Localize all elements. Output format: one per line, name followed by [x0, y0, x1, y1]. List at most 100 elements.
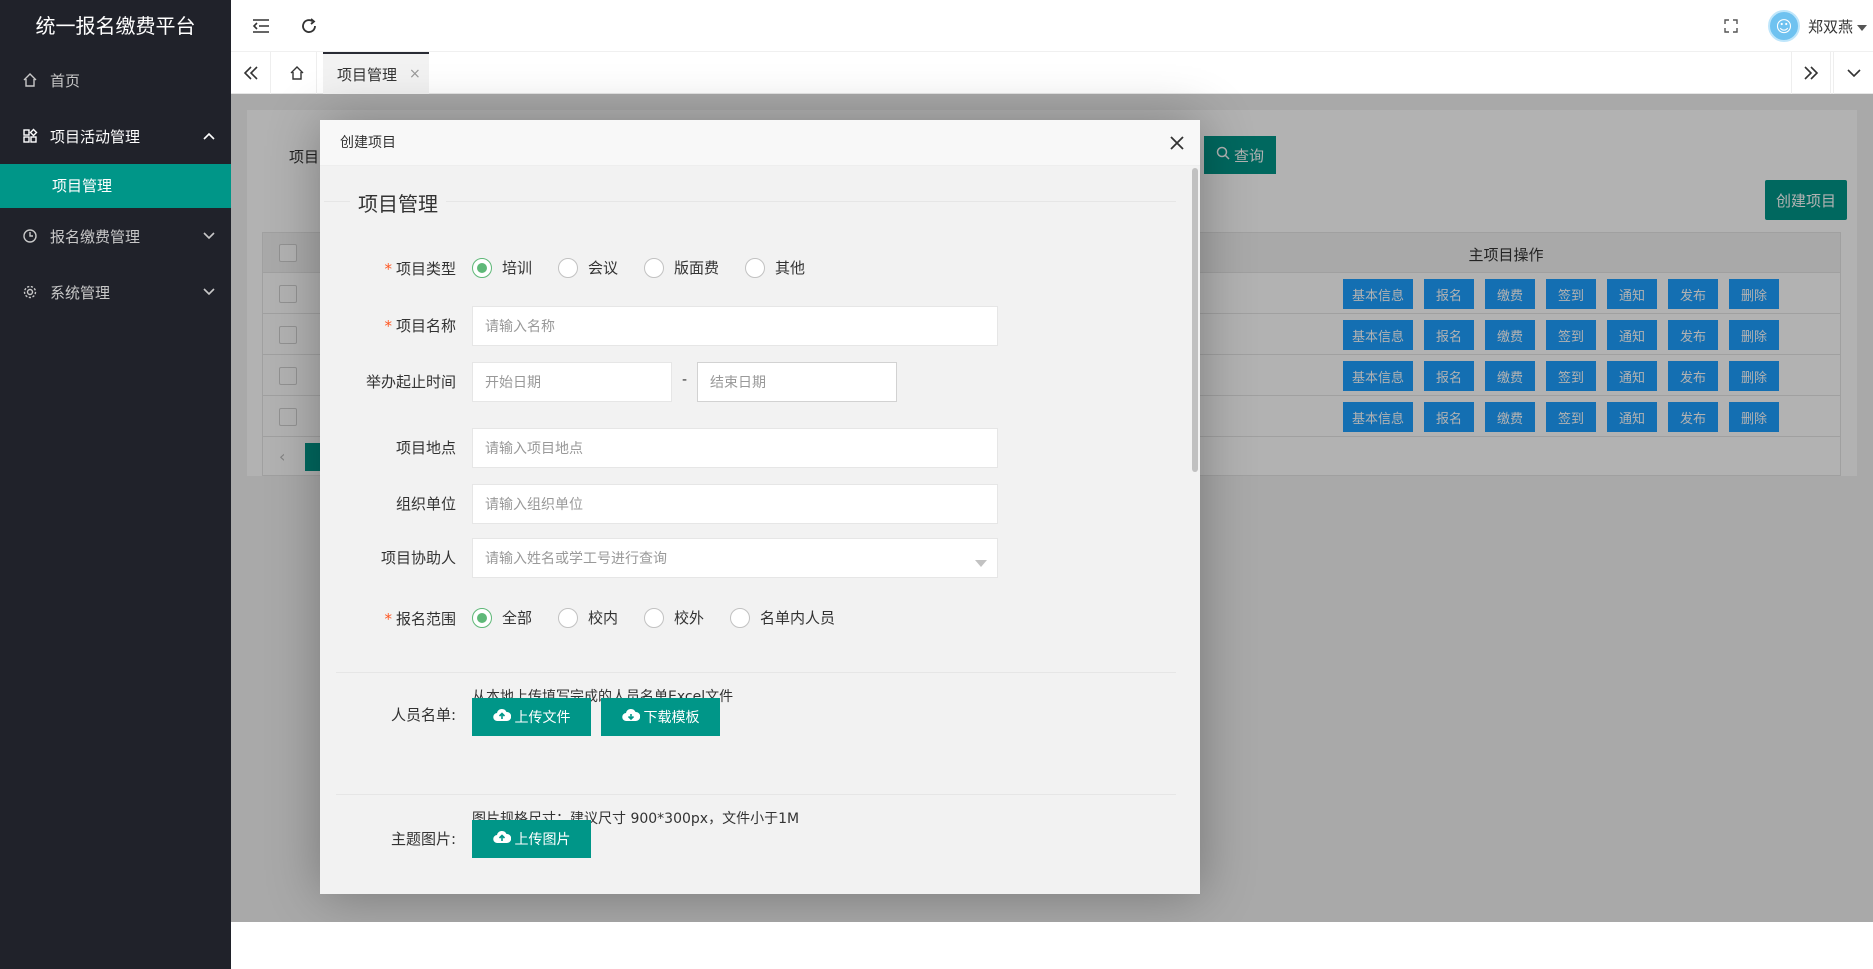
location-label: 项目地点 — [395, 439, 456, 457]
radio-label: 校内 — [588, 609, 619, 627]
project-name-input[interactable]: 请输入名称 — [472, 306, 998, 346]
label-text: 项目类型 — [395, 260, 456, 278]
apps-icon — [20, 128, 40, 144]
tab-bar: 项目管理 × — [231, 52, 1873, 94]
scroll-right-icon[interactable] — [1791, 52, 1831, 94]
location-row: 项目地点 请输入项目地点 — [320, 428, 1176, 468]
dialog-body: 项目管理 * 项目类型 培训 会议 版面费 其他 * 项目名称 请输入名称 举办起止… — [320, 166, 1200, 894]
chevron-down-icon — [203, 229, 215, 243]
radio-circle — [745, 257, 765, 278]
chevron-down-icon — [203, 285, 215, 299]
chevron-up-icon — [203, 129, 215, 143]
assistant-label: 项目协助人 — [380, 549, 456, 567]
project-type-row: * 项目类型 培训 会议 版面费 其他 — [320, 252, 1176, 282]
member-list-label: 人员名单: — [390, 706, 456, 724]
scope-row: * 报名范围 全部 校内 校外 名单内人员 — [320, 602, 1176, 632]
member-list-row: 人员名单: 从本地上传填写完成的人员名单Excel文件 上传文件 下载模板 — [320, 686, 1176, 766]
required-mark: * — [384, 317, 392, 335]
sidebar-item-home[interactable]: 首页 — [0, 52, 231, 108]
close-icon[interactable] — [1170, 120, 1184, 167]
assistant-select[interactable]: 请输入姓名或学工号进行查询 — [472, 538, 998, 578]
sidebar-item-label: 首页 — [50, 71, 81, 90]
cloud-download-icon — [621, 708, 640, 726]
project-type-label: * 项目类型 — [320, 258, 456, 279]
radio-circle — [644, 607, 664, 628]
location-input[interactable]: 请输入项目地点 — [472, 428, 998, 468]
download-template-button[interactable]: 下载模板 — [601, 698, 720, 736]
divider — [336, 672, 1176, 673]
refresh-icon[interactable] — [297, 14, 321, 38]
sidebar-item-label: 项目活动管理 — [50, 127, 141, 146]
radio-label: 培训 — [502, 259, 533, 277]
gear-icon — [20, 284, 40, 300]
organization-input[interactable]: 请输入组织单位 — [472, 484, 998, 524]
radio-label: 名单内人员 — [760, 609, 836, 627]
sidebar-item-label: 报名缴费管理 — [50, 227, 141, 246]
label-text: 报名范围 — [395, 610, 456, 628]
radio-scope-external[interactable]: 校外 — [644, 607, 704, 628]
organization-label: 组织单位 — [395, 495, 456, 513]
divider — [336, 794, 1176, 795]
create-project-dialog: 创建项目 项目管理 * 项目类型 培训 会议 版面费 其他 * 项目名称 请输入名称 — [320, 120, 1200, 894]
radio-training[interactable]: 培训 — [472, 257, 532, 278]
button-label: 上传图片 — [514, 832, 571, 848]
sidebar-item-project-management[interactable]: 项目管理 — [0, 164, 231, 208]
scroll-thumb[interactable] — [1192, 168, 1198, 472]
radio-scope-internal[interactable]: 校内 — [558, 607, 618, 628]
home-tab-icon[interactable] — [277, 52, 317, 94]
end-date-input[interactable]: 结束日期 — [697, 362, 897, 402]
radio-circle — [558, 257, 578, 278]
label-text: 项目名称 — [395, 317, 456, 335]
close-icon[interactable]: × — [409, 66, 421, 82]
tab-project-management[interactable]: 项目管理 × — [323, 52, 429, 94]
sidebar-item-project-activity[interactable]: 项目活动管理 — [0, 108, 231, 164]
avatar: ☺ — [1767, 10, 1800, 42]
sidebar-item-system[interactable]: 系统管理 — [0, 264, 231, 320]
scope-label: * 报名范围 — [320, 608, 456, 629]
date-range-row: 举办起止时间 开始日期 - 结束日期 — [320, 362, 1176, 402]
date-range-label: 举办起止时间 — [365, 373, 456, 391]
date-separator: - — [682, 372, 688, 388]
required-mark: * — [384, 260, 392, 278]
radio-label: 其他 — [775, 259, 806, 277]
sidebar-item-registration-payment[interactable]: 报名缴费管理 — [0, 208, 231, 264]
button-label: 上传文件 — [514, 710, 571, 726]
assistant-row: 项目协助人 请输入姓名或学工号进行查询 — [320, 538, 1176, 578]
button-label: 下载模板 — [643, 710, 700, 726]
theme-image-label: 主题图片: — [390, 830, 456, 848]
scroll-left-icon[interactable] — [231, 52, 271, 94]
user-menu[interactable]: ☺ 郑双燕 — [1767, 10, 1867, 42]
caret-down-icon — [1857, 17, 1867, 35]
cloud-upload-icon — [492, 708, 511, 726]
radio-label: 版面费 — [674, 259, 720, 277]
upload-image-button[interactable]: 上传图片 — [472, 820, 591, 858]
select-placeholder: 请输入姓名或学工号进行查询 — [485, 551, 667, 567]
radio-circle — [472, 607, 492, 628]
fullscreen-icon[interactable] — [1719, 14, 1743, 38]
upload-file-button[interactable]: 上传文件 — [472, 698, 591, 736]
radio-circle — [730, 607, 750, 628]
radio-scope-list[interactable]: 名单内人员 — [730, 607, 835, 628]
app-title: 统一报名缴费平台 — [35, 14, 196, 38]
user-name: 郑双燕 — [1807, 17, 1853, 36]
top-header: ☺ 郑双燕 — [231, 0, 1873, 52]
radio-label: 校外 — [674, 609, 705, 627]
menu-fold-icon[interactable] — [249, 14, 273, 38]
radio-circle — [558, 607, 578, 628]
radio-circle — [472, 257, 492, 278]
required-mark: * — [384, 610, 392, 628]
cloud-upload-icon — [492, 830, 511, 848]
radio-circle — [644, 257, 664, 278]
tab-menu-icon[interactable] — [1833, 52, 1873, 94]
start-date-input[interactable]: 开始日期 — [472, 362, 672, 402]
radio-label: 全部 — [502, 609, 533, 627]
radio-meeting[interactable]: 会议 — [558, 257, 618, 278]
dialog-scrollbar[interactable] — [1190, 166, 1200, 894]
footer-area — [231, 922, 1873, 969]
dialog-title-bar: 创建项目 — [320, 120, 1200, 166]
radio-other[interactable]: 其他 — [745, 257, 805, 278]
radio-scope-all[interactable]: 全部 — [472, 607, 532, 628]
clock-icon — [20, 228, 40, 244]
radio-page-fee[interactable]: 版面费 — [644, 257, 719, 278]
section-title: 项目管理 — [350, 188, 446, 217]
